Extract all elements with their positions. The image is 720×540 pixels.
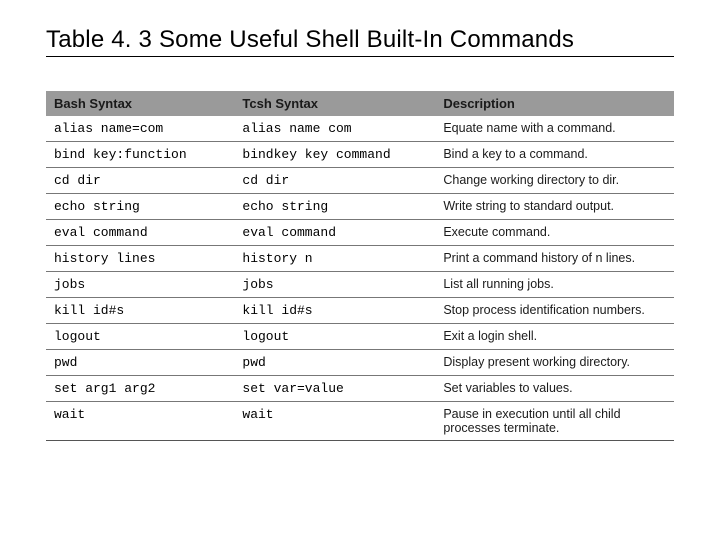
cell-desc: Print a command history of n lines. [435,246,674,272]
cell-bash: alias name=com [46,116,234,142]
cell-tcsh: jobs [234,272,435,298]
cell-tcsh: cd dir [234,168,435,194]
cell-desc: Exit a login shell. [435,324,674,350]
table-row: history lines history n Print a command … [46,246,674,272]
cell-desc: Execute command. [435,220,674,246]
cell-tcsh: set var=value [234,376,435,402]
cell-tcsh: wait [234,402,435,441]
table-row: bind key:function bindkey key command Bi… [46,142,674,168]
header-desc: Description [435,91,674,116]
cell-desc: Equate name with a command. [435,116,674,142]
table-row: wait wait Pause in execution until all c… [46,402,674,441]
header-bash: Bash Syntax [46,91,234,116]
table-row: echo string echo string Write string to … [46,194,674,220]
cell-bash: jobs [46,272,234,298]
cell-tcsh: pwd [234,350,435,376]
cell-tcsh: bindkey key command [234,142,435,168]
cell-desc: Pause in execution until all child proce… [435,402,674,441]
table-caption: Table 4. 3 Some Useful Shell Built-In Co… [46,26,674,57]
table-row: kill id#s kill id#s Stop process identif… [46,298,674,324]
cell-bash: echo string [46,194,234,220]
cell-desc: Display present working directory. [435,350,674,376]
cell-desc: Write string to standard output. [435,194,674,220]
cell-tcsh: logout [234,324,435,350]
cell-bash: kill id#s [46,298,234,324]
cell-bash: history lines [46,246,234,272]
cell-tcsh: alias name com [234,116,435,142]
cell-bash: bind key:function [46,142,234,168]
cell-tcsh: history n [234,246,435,272]
cell-bash: wait [46,402,234,441]
cell-desc: Bind a key to a command. [435,142,674,168]
cell-tcsh: echo string [234,194,435,220]
table-row: eval command eval command Execute comman… [46,220,674,246]
cell-desc: Change working directory to dir. [435,168,674,194]
cell-bash: eval command [46,220,234,246]
table-row: pwd pwd Display present working director… [46,350,674,376]
table-body: alias name=com alias name com Equate nam… [46,116,674,441]
commands-table: Bash Syntax Tcsh Syntax Description alia… [46,91,674,441]
table-row: set arg1 arg2 set var=value Set variable… [46,376,674,402]
header-row: Bash Syntax Tcsh Syntax Description [46,91,674,116]
cell-tcsh: eval command [234,220,435,246]
page: Table 4. 3 Some Useful Shell Built-In Co… [0,0,720,441]
cell-tcsh: kill id#s [234,298,435,324]
cell-bash: pwd [46,350,234,376]
cell-bash: logout [46,324,234,350]
table-row: jobs jobs List all running jobs. [46,272,674,298]
table-row: alias name=com alias name com Equate nam… [46,116,674,142]
cell-desc: Set variables to values. [435,376,674,402]
cell-desc: List all running jobs. [435,272,674,298]
cell-bash: cd dir [46,168,234,194]
header-tcsh: Tcsh Syntax [234,91,435,116]
table-row: cd dir cd dir Change working directory t… [46,168,674,194]
cell-desc: Stop process identification numbers. [435,298,674,324]
cell-bash: set arg1 arg2 [46,376,234,402]
table-row: logout logout Exit a login shell. [46,324,674,350]
table-head: Bash Syntax Tcsh Syntax Description [46,91,674,116]
